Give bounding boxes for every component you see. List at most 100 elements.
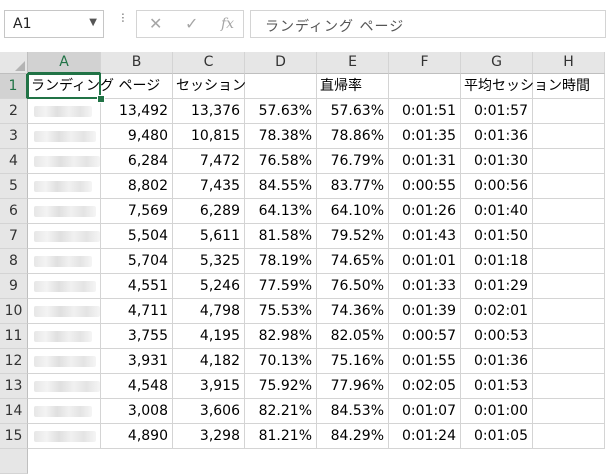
redacted-cell[interactable] bbox=[28, 349, 101, 374]
data-cell[interactable] bbox=[533, 324, 605, 349]
data-cell[interactable]: 0:01:43 bbox=[389, 224, 461, 249]
data-cell[interactable]: 4,798 bbox=[173, 299, 245, 324]
data-cell[interactable]: 64.10% bbox=[317, 199, 389, 224]
data-cell[interactable]: 4,551 bbox=[101, 274, 173, 299]
data-cell[interactable] bbox=[533, 249, 605, 274]
header-cell-f[interactable] bbox=[389, 74, 461, 99]
data-cell[interactable]: 6,284 bbox=[101, 149, 173, 174]
header-cell-e[interactable]: 直帰率 bbox=[317, 74, 389, 99]
column-header-f[interactable]: F bbox=[389, 52, 461, 74]
data-cell[interactable]: 6,289 bbox=[173, 199, 245, 224]
data-cell[interactable]: 4,548 bbox=[101, 374, 173, 399]
data-cell[interactable]: 3,008 bbox=[101, 399, 173, 424]
data-cell[interactable]: 77.96% bbox=[317, 374, 389, 399]
column-header-d[interactable]: D bbox=[245, 52, 317, 74]
redacted-cell[interactable] bbox=[28, 399, 101, 424]
data-cell[interactable]: 3,915 bbox=[173, 374, 245, 399]
row-header-8[interactable]: 8 bbox=[0, 249, 28, 274]
data-cell[interactable]: 82.05% bbox=[317, 324, 389, 349]
data-cell[interactable]: 13,492 bbox=[101, 99, 173, 124]
redacted-cell[interactable] bbox=[28, 124, 101, 149]
column-header-b[interactable]: B bbox=[101, 52, 173, 74]
formula-input[interactable]: ランディング ページ bbox=[250, 10, 606, 38]
row-header-5[interactable]: 5 bbox=[0, 174, 28, 199]
header-cell-g[interactable]: 平均セッション時間 bbox=[461, 74, 590, 99]
data-cell[interactable]: 0:01:01 bbox=[389, 249, 461, 274]
row-header-10[interactable]: 10 bbox=[0, 299, 28, 324]
data-cell[interactable]: 0:02:05 bbox=[389, 374, 461, 399]
data-cell[interactable]: 4,711 bbox=[101, 299, 173, 324]
row-header-11[interactable]: 11 bbox=[0, 324, 28, 349]
more-options-icon[interactable]: ··· bbox=[114, 12, 130, 22]
data-cell[interactable]: 4,182 bbox=[173, 349, 245, 374]
data-cell[interactable]: 70.13% bbox=[245, 349, 317, 374]
data-cell[interactable]: 76.50% bbox=[317, 274, 389, 299]
data-cell[interactable]: 83.77% bbox=[317, 174, 389, 199]
data-cell[interactable]: 74.65% bbox=[317, 249, 389, 274]
header-cell-d[interactable] bbox=[245, 74, 317, 99]
data-cell[interactable]: 0:01:07 bbox=[389, 399, 461, 424]
data-cell[interactable]: 3,606 bbox=[173, 399, 245, 424]
data-cell[interactable]: 0:01:57 bbox=[461, 99, 533, 124]
data-cell[interactable]: 0:00:56 bbox=[461, 174, 533, 199]
redacted-cell[interactable] bbox=[28, 149, 101, 174]
fill-handle[interactable] bbox=[97, 95, 105, 103]
row-header-14[interactable]: 14 bbox=[0, 399, 28, 424]
data-cell[interactable]: 76.58% bbox=[245, 149, 317, 174]
data-cell[interactable]: 3,298 bbox=[173, 424, 245, 449]
data-cell[interactable]: 75.53% bbox=[245, 299, 317, 324]
data-cell[interactable]: 0:01:39 bbox=[389, 299, 461, 324]
redacted-cell[interactable] bbox=[28, 99, 101, 124]
data-cell[interactable]: 0:00:55 bbox=[389, 174, 461, 199]
data-cell[interactable]: 84.55% bbox=[245, 174, 317, 199]
data-cell[interactable]: 10,815 bbox=[173, 124, 245, 149]
data-cell[interactable]: 0:01:30 bbox=[461, 149, 533, 174]
data-cell[interactable]: 5,325 bbox=[173, 249, 245, 274]
row-header-1[interactable]: 1 bbox=[0, 74, 28, 99]
data-cell[interactable] bbox=[533, 274, 605, 299]
chevron-down-icon[interactable]: ▼ bbox=[89, 17, 97, 28]
row-header-3[interactable]: 3 bbox=[0, 124, 28, 149]
data-cell[interactable]: 0:01:31 bbox=[389, 149, 461, 174]
row-header-partial[interactable] bbox=[0, 449, 28, 474]
data-cell[interactable]: 0:01:35 bbox=[389, 124, 461, 149]
redacted-cell[interactable] bbox=[28, 224, 101, 249]
enter-icon[interactable]: ✓ bbox=[185, 14, 198, 33]
data-cell[interactable]: 0:01:05 bbox=[461, 424, 533, 449]
data-cell[interactable]: 0:01:36 bbox=[461, 349, 533, 374]
data-cell[interactable]: 7,472 bbox=[173, 149, 245, 174]
insert-function-icon[interactable]: fx bbox=[221, 16, 234, 32]
data-cell[interactable] bbox=[533, 349, 605, 374]
row-header-7[interactable]: 7 bbox=[0, 224, 28, 249]
data-cell[interactable]: 0:01:40 bbox=[461, 199, 533, 224]
redacted-cell[interactable] bbox=[28, 299, 101, 324]
data-cell[interactable]: 78.19% bbox=[245, 249, 317, 274]
data-cell[interactable]: 9,480 bbox=[101, 124, 173, 149]
data-cell[interactable]: 0:01:55 bbox=[389, 349, 461, 374]
row-header-2[interactable]: 2 bbox=[0, 99, 28, 124]
data-cell[interactable] bbox=[533, 299, 605, 324]
data-cell[interactable]: 75.16% bbox=[317, 349, 389, 374]
column-header-a[interactable]: A bbox=[28, 52, 101, 74]
redacted-cell[interactable] bbox=[28, 249, 101, 274]
data-cell[interactable]: 8,802 bbox=[101, 174, 173, 199]
data-cell[interactable]: 0:01:53 bbox=[461, 374, 533, 399]
data-cell[interactable] bbox=[533, 124, 605, 149]
redacted-cell[interactable] bbox=[28, 274, 101, 299]
header-cell-a[interactable]: ランディング ページ bbox=[28, 74, 160, 99]
data-cell[interactable]: 64.13% bbox=[245, 199, 317, 224]
data-cell[interactable] bbox=[533, 374, 605, 399]
data-cell[interactable]: 81.21% bbox=[245, 424, 317, 449]
data-cell[interactable]: 79.52% bbox=[317, 224, 389, 249]
data-cell[interactable]: 84.53% bbox=[317, 399, 389, 424]
row-header-12[interactable]: 12 bbox=[0, 349, 28, 374]
data-cell[interactable]: 7,435 bbox=[173, 174, 245, 199]
data-cell[interactable]: 0:01:18 bbox=[461, 249, 533, 274]
data-cell[interactable]: 0:01:26 bbox=[389, 199, 461, 224]
data-cell[interactable]: 0:01:36 bbox=[461, 124, 533, 149]
data-cell[interactable]: 0:00:57 bbox=[389, 324, 461, 349]
data-cell[interactable]: 7,569 bbox=[101, 199, 173, 224]
data-cell[interactable]: 57.63% bbox=[245, 99, 317, 124]
data-cell[interactable] bbox=[533, 174, 605, 199]
name-box[interactable]: A1 ▼ bbox=[4, 10, 104, 38]
